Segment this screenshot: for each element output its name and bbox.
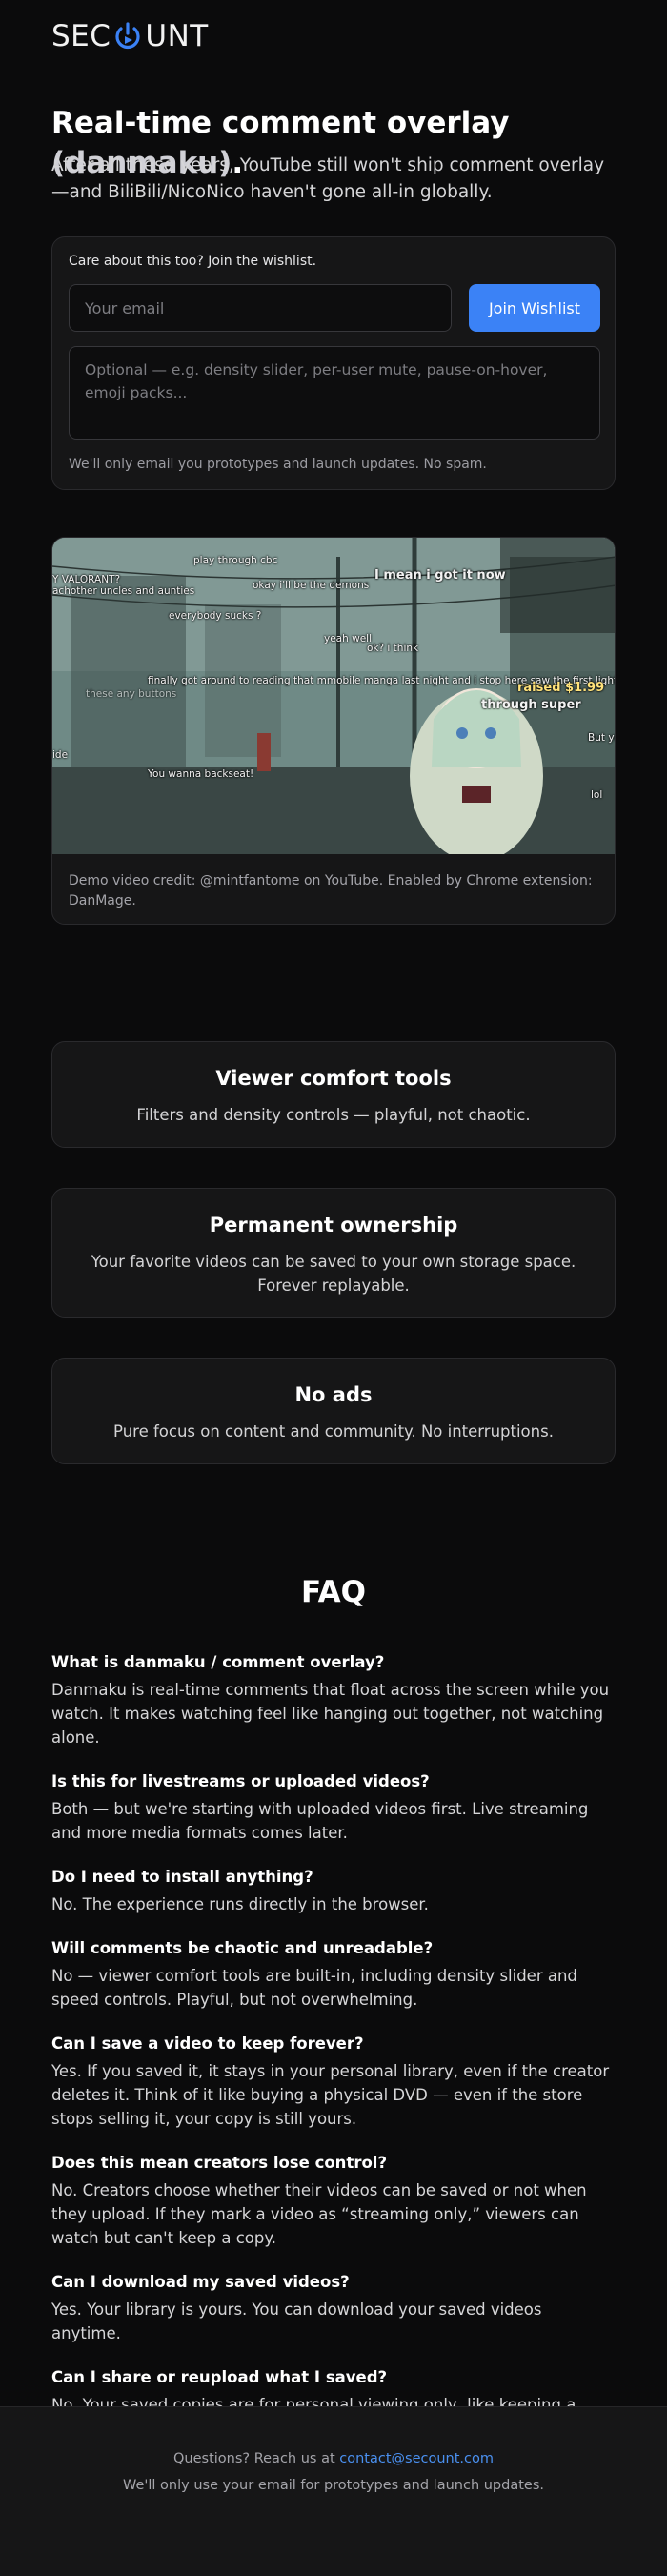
danmaku-comment: ide xyxy=(52,749,69,761)
wishlist-note: We'll only email you prototypes and laun… xyxy=(69,457,487,472)
feature-title: No ads xyxy=(294,1383,373,1406)
faq-answer: Danmaku is real-time comments that float… xyxy=(51,1681,610,1747)
footer-note: We'll only use your email for prototypes… xyxy=(122,2478,544,2493)
danmaku-comment: Y VALORANT? xyxy=(52,574,121,585)
danmaku-comment: play through cbc xyxy=(193,555,278,566)
brand-name-suffix: UNT xyxy=(145,19,209,53)
faq-item: Can I download my saved videos? Yes. You… xyxy=(51,2271,616,2345)
footer-contact-line: Questions? Reach us at contact@secount.c… xyxy=(0,2451,667,2466)
join-wishlist-button[interactable]: Join Wishlist xyxy=(469,284,600,332)
footer-questions-text: Questions? Reach us at xyxy=(173,2451,340,2466)
feature-card-no-ads: No ads Pure focus on content and communi… xyxy=(51,1358,616,1464)
wishlist-form-card: Care about this too? Join the wishlist. … xyxy=(51,236,616,490)
faq-answer: Yes. Your library is yours. You can down… xyxy=(51,2300,542,2342)
feature-card-ownership: Permanent ownership Your favorite videos… xyxy=(51,1188,616,1318)
danmaku-comment: lol xyxy=(591,789,603,801)
danmaku-comment: But yo xyxy=(588,732,615,744)
danmaku-comment: these any buttons xyxy=(86,688,177,700)
video-credit: Demo video credit: @mintfantome on YouTu… xyxy=(69,873,593,909)
footer: Questions? Reach us at contact@secount.c… xyxy=(0,2406,667,2576)
feature-title: Viewer comfort tools xyxy=(215,1067,452,1090)
brand-name-prefix: SEC xyxy=(51,19,111,53)
optional-feedback-textarea[interactable] xyxy=(69,346,600,440)
feature-text: Your favorite videos can be saved to you… xyxy=(91,1253,576,1295)
faq-question: Will comments be chaotic and unreadable? xyxy=(51,1939,434,1957)
danmaku-comment: yeah well xyxy=(324,633,372,644)
danmaku-comment: achother uncles and aunties xyxy=(52,585,195,597)
faq-item: Will comments be chaotic and unreadable?… xyxy=(51,1937,616,2012)
faq-question: What is danmaku / comment overlay? xyxy=(51,1653,385,1671)
demo-video-card: play through cbc Y VALORANT? achother un… xyxy=(51,537,616,925)
faq-question: Can I save a video to keep forever? xyxy=(51,2034,364,2053)
hero-subtitle: After all these years, YouTube still won… xyxy=(51,155,605,202)
faq-answer: No. The experience runs directly in the … xyxy=(51,1895,429,1913)
danmaku-comment: ok? i think xyxy=(367,643,419,654)
danmaku-comment: You wanna backseat! xyxy=(148,768,254,780)
brand-logo[interactable]: SEC UNT xyxy=(51,19,209,53)
power-o-icon xyxy=(112,21,143,51)
faq-item: Can I save a video to keep forever? Yes.… xyxy=(51,2033,616,2131)
faq-question: Can I share or reupload what I saved? xyxy=(51,2368,388,2386)
danmaku-comment: I mean i got it now xyxy=(374,568,506,583)
faq-list: What is danmaku / comment overlay? Danma… xyxy=(51,1651,616,2462)
faq-item: What is danmaku / comment overlay? Danma… xyxy=(51,1651,616,1749)
faq-item: Is this for livestreams or uploaded vide… xyxy=(51,1770,616,1845)
danmaku-comment: through super xyxy=(481,698,581,712)
contact-email-link[interactable]: contact@secount.com xyxy=(339,2451,494,2466)
email-input[interactable] xyxy=(69,284,452,332)
faq-question: Does this mean creators lose control? xyxy=(51,2154,388,2172)
danmaku-comment: everybody sucks ? xyxy=(169,610,262,622)
feature-text: Filters and density controls — playful, … xyxy=(136,1106,531,1124)
faq-answer: Both — but we're starting with uploaded … xyxy=(51,1800,589,1842)
faq-answer: Yes. If you saved it, it stays in your p… xyxy=(51,2062,610,2128)
feature-title: Permanent ownership xyxy=(209,1214,458,1237)
faq-question: Is this for livestreams or uploaded vide… xyxy=(51,1772,430,1790)
faq-answer: No — viewer comfort tools are built-in, … xyxy=(51,1967,577,2009)
hero-title-main: Real-time comment overlay xyxy=(51,106,510,140)
faq-question: Do I need to install anything? xyxy=(51,1868,313,1886)
wishlist-label: Care about this too? Join the wishlist. xyxy=(69,254,317,269)
danmaku-comment: raised $1.99 xyxy=(517,681,605,695)
faq-item: Do I need to install anything? No. The e… xyxy=(51,1866,616,1916)
feature-card-comfort: Viewer comfort tools Filters and density… xyxy=(51,1041,616,1148)
faq-answer: No. Creators choose whether their videos… xyxy=(51,2181,587,2247)
faq-question: Can I download my saved videos? xyxy=(51,2273,350,2291)
faq-item: Does this mean creators lose control? No… xyxy=(51,2152,616,2250)
faq-title: FAQ xyxy=(301,1575,366,1609)
feature-text: Pure focus on content and community. No … xyxy=(113,1422,554,1441)
demo-video-player[interactable]: play through cbc Y VALORANT? achother un… xyxy=(52,538,615,854)
danmaku-comment: okay i'll be the demons xyxy=(253,580,370,591)
